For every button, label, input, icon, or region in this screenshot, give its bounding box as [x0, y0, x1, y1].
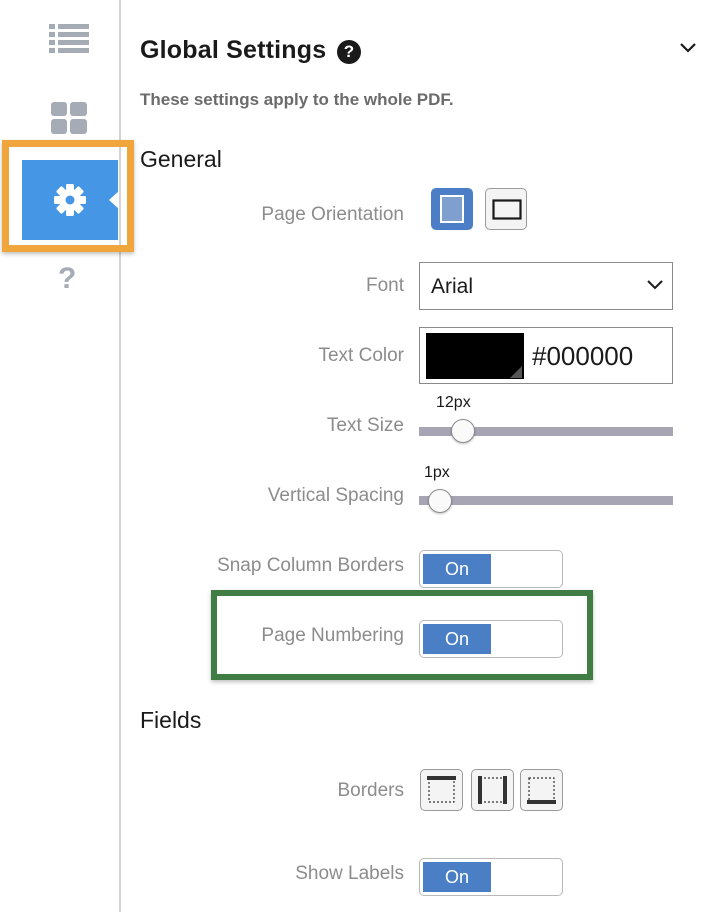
active-tab-notch — [109, 191, 119, 209]
landscape-icon — [492, 199, 522, 220]
border-bottom-icon — [527, 777, 556, 804]
sidebar-item-settings[interactable] — [22, 160, 119, 240]
border-top-icon — [427, 776, 456, 803]
page-numbering-toggle[interactable]: On — [419, 620, 563, 658]
text-color-label: Text Color — [318, 345, 404, 366]
settings-panel: Global Settings ? These settings apply t… — [121, 0, 718, 912]
page-title: Global Settings — [140, 36, 327, 64]
snap-column-borders-label: Snap Column Borders — [217, 555, 404, 576]
text-color-value: #000000 — [532, 341, 634, 371]
font-label: Font — [365, 275, 404, 296]
text-size-label: Text Size — [326, 415, 404, 436]
list-icon[interactable] — [49, 24, 89, 54]
snap-column-borders-toggle[interactable]: On — [419, 550, 563, 588]
portrait-button[interactable] — [431, 188, 473, 230]
border-top-button[interactable] — [420, 769, 463, 811]
sidebar: ? — [0, 0, 134, 912]
text-size-slider-thumb[interactable] — [451, 419, 475, 443]
text-size-value: 12px — [436, 394, 471, 411]
chevron-down-icon[interactable] — [679, 42, 697, 54]
font-select-value: Arial — [431, 275, 474, 298]
border-sides-icon — [478, 776, 507, 804]
gear-icon — [54, 184, 86, 216]
font-select[interactable]: Arial — [419, 262, 673, 310]
page-numbering-label: Page Numbering — [261, 625, 404, 646]
chevron-down-icon — [647, 280, 663, 290]
vertical-spacing-slider-track[interactable] — [419, 496, 673, 505]
section-fields-title: Fields — [140, 707, 202, 733]
help-icon[interactable]: ? — [337, 40, 361, 64]
vertical-spacing-slider-thumb[interactable] — [428, 489, 452, 513]
section-general-title: General — [140, 146, 222, 172]
show-labels-label: Show Labels — [295, 863, 404, 884]
swatch-corner-icon — [510, 366, 522, 378]
portrait-icon — [440, 195, 464, 223]
toggle-on-state: On — [423, 624, 491, 654]
borders-label: Borders — [337, 780, 404, 801]
border-sides-button[interactable] — [471, 769, 514, 811]
text-color-picker[interactable]: #000000 — [419, 327, 673, 384]
page-subtitle: These settings apply to the whole PDF. — [140, 90, 454, 109]
border-bottom-button[interactable] — [520, 769, 563, 811]
grid-icon[interactable] — [51, 102, 87, 134]
page-orientation-label: Page Orientation — [261, 204, 404, 225]
question-icon[interactable]: ? — [58, 262, 76, 296]
show-labels-toggle[interactable]: On — [419, 858, 563, 896]
vertical-spacing-value: 1px — [424, 464, 450, 481]
toggle-on-state: On — [423, 554, 491, 584]
landscape-button[interactable] — [485, 188, 527, 230]
vertical-spacing-label: Vertical Spacing — [267, 485, 404, 506]
toggle-on-state: On — [423, 862, 491, 892]
